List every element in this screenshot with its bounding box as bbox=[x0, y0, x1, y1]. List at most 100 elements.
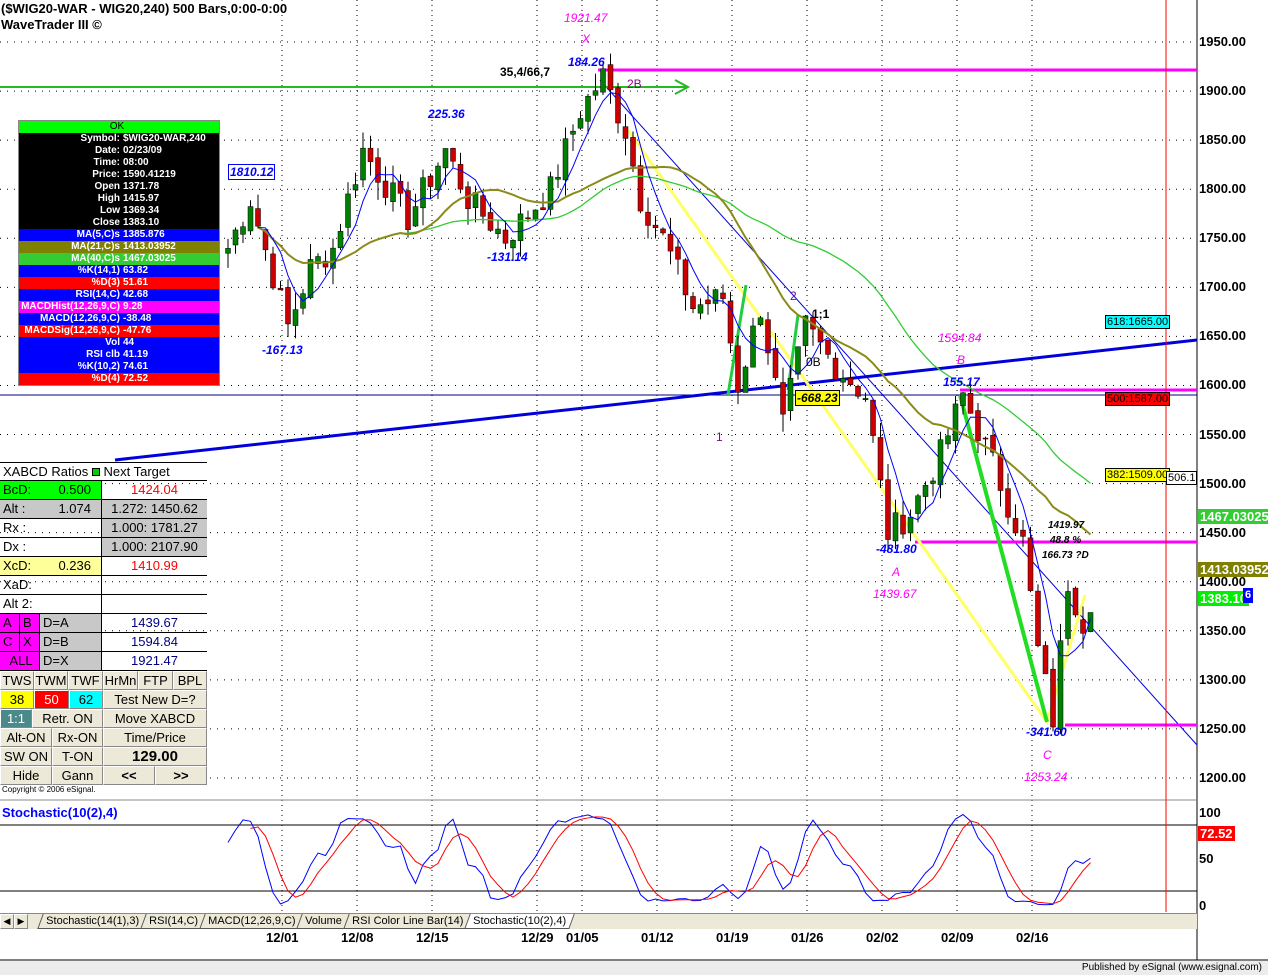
tab-stochastic-14[interactable]: Stochastic(14(1),3) bbox=[37, 914, 148, 929]
all-button[interactable]: ALL bbox=[0, 652, 40, 670]
tab-rsi-color-line-bar[interactable]: RSI Color Line Bar(14) bbox=[343, 914, 472, 929]
candle-body bbox=[975, 410, 981, 441]
trendline-blue bbox=[114, 338, 1198, 462]
twf-button[interactable]: TWF bbox=[68, 671, 103, 690]
c-button[interactable]: C bbox=[0, 633, 20, 651]
scroll-right-icon[interactable]: ▶ bbox=[14, 914, 28, 929]
candle-body bbox=[675, 246, 681, 260]
fib-38-button[interactable]: 38 bbox=[0, 690, 34, 709]
candle bbox=[765, 312, 771, 365]
candle-body bbox=[960, 392, 966, 406]
candle-body bbox=[307, 259, 314, 299]
candle bbox=[1080, 606, 1086, 649]
date-axis-label: 01/19 bbox=[716, 930, 749, 945]
fib-62-button[interactable]: 62 bbox=[69, 690, 103, 709]
t-on-button[interactable]: T-ON bbox=[52, 747, 103, 766]
candle bbox=[727, 291, 734, 354]
candle-body bbox=[945, 435, 951, 445]
candle-body bbox=[487, 212, 494, 231]
candle-body bbox=[1035, 590, 1041, 646]
next-button[interactable]: >> bbox=[155, 766, 207, 785]
candle bbox=[472, 185, 479, 223]
candle-body bbox=[840, 378, 846, 383]
price-axis-label: 1250.00 bbox=[1199, 720, 1246, 736]
price-axis-label: 1350.00 bbox=[1199, 622, 1246, 638]
data-window-value: -47.76 bbox=[123, 325, 152, 336]
candle-body bbox=[967, 393, 974, 414]
data-window-row: Price: 1590.41219 bbox=[19, 169, 219, 181]
data-window-value: 63.82 bbox=[123, 265, 149, 276]
candle bbox=[975, 402, 981, 454]
x-button[interactable]: X bbox=[20, 633, 40, 651]
ftp-button[interactable]: FTP bbox=[138, 671, 173, 690]
candle-body bbox=[877, 437, 884, 481]
bcd-value: 0.500 bbox=[58, 482, 91, 497]
swing-label: -167.13 bbox=[262, 343, 303, 357]
candle-body bbox=[742, 366, 749, 393]
twm-button[interactable]: TWM bbox=[34, 671, 68, 690]
candle-body bbox=[1065, 591, 1071, 639]
price-axis-label: 1200.00 bbox=[1199, 769, 1246, 785]
data-window-row: MACD(12,26,9,C) -38.48 bbox=[19, 313, 219, 325]
test-new-d-button[interactable]: Test New D=? bbox=[103, 690, 207, 709]
candle-body bbox=[922, 485, 929, 497]
tab-rsi[interactable]: RSI(14,C) bbox=[140, 914, 207, 929]
data-window-key: %K(14,1) bbox=[77, 265, 120, 276]
candle-body bbox=[915, 495, 921, 514]
data-window-key: MACDHist(12,26,9,C) bbox=[21, 301, 120, 312]
candle-body bbox=[712, 289, 719, 304]
time-price-value[interactable]: 129.00 bbox=[103, 747, 207, 766]
tab-volume[interactable]: Volume bbox=[296, 914, 351, 929]
data-window-key: MA(21,C)s bbox=[71, 241, 120, 252]
price-axis-label: 1550.00 bbox=[1199, 426, 1246, 442]
candle-body bbox=[510, 240, 516, 249]
candle-body bbox=[705, 299, 711, 305]
rx-on-button[interactable]: Rx-ON bbox=[52, 728, 103, 747]
data-window-key: MA(5,C)s bbox=[76, 229, 120, 240]
hide-button[interactable]: Hide bbox=[0, 766, 52, 785]
candle bbox=[675, 238, 681, 275]
candle bbox=[570, 124, 576, 151]
data-window-row: MACDSig(12,26,9,C) -47.76 bbox=[19, 325, 219, 337]
candle bbox=[367, 135, 374, 176]
ma21-line bbox=[257, 165, 1092, 536]
study-tabs: ◀ ▶ Stochastic(14(1),3) RSI(14,C) MACD(1… bbox=[0, 913, 1197, 929]
gann-button[interactable]: Gann bbox=[52, 766, 103, 785]
date-axis-label: 01/26 bbox=[791, 930, 824, 945]
one-to-one-button[interactable]: 1:1 bbox=[0, 709, 32, 728]
candle bbox=[637, 155, 644, 214]
move-xabcd-button[interactable]: Move XABCD bbox=[103, 709, 207, 728]
hrmn-button[interactable]: HrMn bbox=[103, 671, 138, 690]
tab-stochastic-10[interactable]: Stochastic(10(2),4) bbox=[464, 914, 575, 929]
price-axis-label: 1300.00 bbox=[1199, 671, 1246, 687]
data-window-row: Open 1371.78 bbox=[19, 181, 219, 193]
candle bbox=[615, 82, 621, 134]
tws-button[interactable]: TWS bbox=[0, 671, 34, 690]
date-axis-label: 12/29 bbox=[521, 930, 554, 945]
previous-button[interactable]: << bbox=[103, 766, 155, 785]
b-button[interactable]: B bbox=[20, 614, 40, 632]
retr-on-button[interactable]: Retr. ON bbox=[32, 709, 103, 728]
data-window-key: Date: bbox=[94, 145, 120, 156]
swing-label: 184.26 bbox=[568, 55, 605, 69]
candle bbox=[412, 193, 419, 227]
candle-body bbox=[382, 180, 389, 198]
fib-50-button[interactable]: 50 bbox=[34, 690, 69, 709]
bpl-button[interactable]: BPL bbox=[173, 671, 207, 690]
price-axis-label: 1950.00 bbox=[1199, 34, 1246, 49]
price-axis-label: 1450.00 bbox=[1199, 524, 1246, 540]
scroll-left-icon[interactable]: ◀ bbox=[0, 914, 14, 929]
tab-macd[interactable]: MACD(12,26,9,C) bbox=[199, 914, 304, 929]
bcd-target: 1424.04 bbox=[131, 482, 178, 497]
swing-label: -131.14 bbox=[487, 250, 528, 264]
candle bbox=[480, 189, 486, 224]
sw-on-button[interactable]: SW ON bbox=[0, 747, 52, 766]
candle bbox=[307, 243, 314, 300]
candle bbox=[825, 339, 831, 359]
a-button[interactable]: A bbox=[0, 614, 20, 632]
time-price-button[interactable]: Time/Price bbox=[103, 728, 207, 747]
xabcd-title: XABCD Ratios bbox=[3, 464, 89, 479]
data-window-key: Low bbox=[100, 205, 120, 216]
data-window-value: 9.28 bbox=[123, 301, 143, 312]
alt-on-button[interactable]: Alt-ON bbox=[0, 728, 52, 747]
